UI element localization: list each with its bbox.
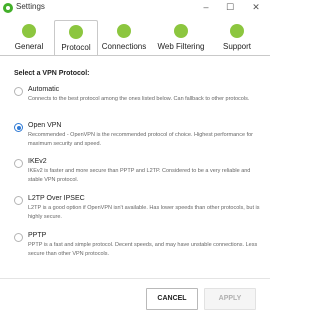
support-icon — [230, 24, 244, 38]
option-description: L2TP is a good option if OpenVPN isn't a… — [28, 205, 260, 220]
option-title: IKEv2 — [28, 158, 47, 165]
cancel-button[interactable]: CANCEL — [146, 288, 198, 310]
gear-icon — [22, 24, 36, 38]
tab-support[interactable]: Support — [212, 20, 262, 56]
tab-label: Connections — [101, 42, 147, 51]
radio-button[interactable] — [14, 159, 23, 168]
radio-button[interactable] — [14, 233, 23, 242]
option-description: PPTP is a fast and simple protocol. Dece… — [28, 242, 258, 257]
option-title: L2TP Over IPSEC — [28, 195, 85, 202]
tab-web-filtering[interactable]: Web Filtering — [150, 20, 212, 56]
section-title: Select a VPN Protocol: — [14, 70, 90, 77]
radio-button[interactable] — [14, 196, 23, 205]
tab-label: General — [14, 42, 44, 51]
title-bar: Settings – ☐ ✕ — [0, 0, 270, 16]
tab-divider — [0, 55, 270, 56]
close-button[interactable]: ✕ — [246, 0, 266, 16]
option-description: Recommended - OpenVPN is the recommended… — [28, 132, 253, 147]
option-description: IKEv2 is faster and more secure than PPT… — [28, 168, 251, 183]
tab-label: Protocol — [61, 43, 91, 52]
option-title: PPTP — [28, 232, 47, 239]
tab-label: Support — [222, 42, 252, 51]
wifi-icon — [174, 24, 188, 38]
apply-button[interactable]: APPLY — [204, 288, 256, 310]
connections-icon — [117, 24, 131, 38]
footer-divider — [0, 278, 270, 279]
radio-button-checked[interactable] — [14, 123, 23, 132]
option-description: Connects to the best protocol among the … — [28, 96, 250, 102]
maximize-button[interactable]: ☐ — [220, 0, 240, 16]
protocol-icon — [69, 25, 83, 39]
option-title: Automatic — [28, 86, 60, 93]
radio-button[interactable] — [14, 87, 23, 96]
tab-general[interactable]: General — [4, 20, 54, 56]
tab-protocol[interactable]: Protocol — [54, 20, 98, 56]
window-title: Settings — [16, 2, 45, 11]
app-logo-icon — [3, 3, 13, 13]
minimize-button[interactable]: – — [196, 0, 216, 16]
tab-bar: General Protocol Connections Web Filteri… — [0, 16, 270, 56]
tab-label: Web Filtering — [157, 42, 205, 51]
tab-connections[interactable]: Connections — [98, 20, 150, 56]
option-title: Open VPN — [28, 122, 62, 129]
